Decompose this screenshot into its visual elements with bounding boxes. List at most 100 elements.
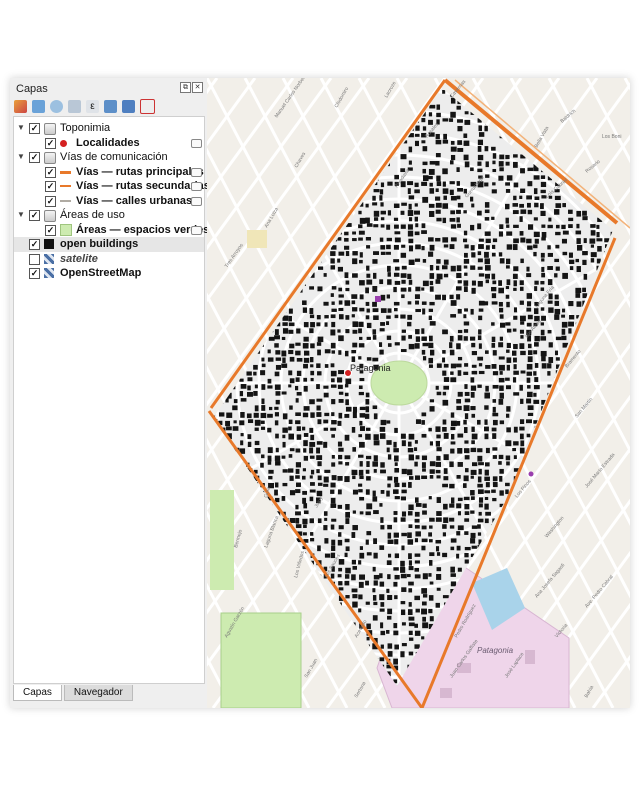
building — [288, 419, 293, 425]
building — [484, 350, 489, 354]
building — [527, 181, 533, 187]
building — [527, 385, 531, 389]
visibility-icon[interactable] — [50, 99, 63, 113]
layer-row-open-buildings[interactable]: ✓ open buildings — [14, 237, 204, 252]
building — [247, 434, 252, 440]
building — [450, 420, 457, 427]
building — [295, 342, 301, 346]
building — [309, 286, 315, 290]
building — [449, 517, 455, 522]
layer-checkbox[interactable]: ✓ — [29, 239, 40, 250]
add-group-icon[interactable] — [32, 99, 45, 113]
expand-arrow-icon[interactable]: ▼ — [16, 150, 26, 165]
poi-marker-2[interactable] — [528, 471, 534, 477]
layer-checkbox[interactable]: ✓ — [45, 195, 56, 207]
layer-row-rutas-secundarias[interactable]: ✓ Vías — rutas secundarias — [14, 179, 210, 194]
building — [330, 489, 335, 494]
building — [463, 483, 467, 488]
expand-all-icon[interactable] — [104, 99, 117, 113]
layer-indicator-icon[interactable] — [191, 138, 202, 148]
building — [520, 315, 526, 322]
building — [345, 504, 350, 510]
layer-checkbox[interactable]: ✓ — [45, 181, 56, 192]
layer-row-vias[interactable]: ▼ ✓ Vías de comunicación — [14, 150, 204, 165]
expression-filter-icon[interactable]: ε — [86, 99, 99, 113]
building — [295, 475, 300, 479]
layer-checkbox[interactable]: ✓ — [29, 210, 40, 221]
building — [386, 224, 391, 230]
building — [450, 371, 454, 375]
building — [429, 461, 436, 467]
layer-checkbox[interactable]: ✓ — [45, 137, 56, 149]
building — [331, 434, 335, 438]
building — [282, 482, 288, 487]
building — [457, 462, 463, 467]
collapse-all-icon[interactable] — [122, 99, 135, 113]
map-canvas[interactable]: Patagonia Patagonia Manuel Carlos Norber… — [207, 78, 630, 708]
building — [527, 391, 533, 398]
building — [422, 126, 427, 131]
building — [387, 476, 393, 481]
layer-checkbox[interactable]: ✓ — [29, 123, 40, 134]
building — [358, 483, 363, 487]
building — [505, 482, 510, 487]
layer-row-calles-urbanas[interactable]: ✓ Vías — calles urbanas — [14, 194, 204, 209]
layer-row-toponimia[interactable]: ▼ ✓ Toponimia — [14, 121, 204, 136]
building — [463, 419, 467, 425]
building — [533, 244, 538, 249]
poi-marker[interactable] — [375, 296, 381, 302]
building — [464, 503, 470, 510]
tab-capas[interactable]: Capas — [13, 685, 62, 701]
building — [526, 266, 530, 272]
close-panel-icon[interactable]: ✕ — [192, 82, 203, 93]
building — [324, 538, 329, 544]
building — [428, 175, 433, 180]
building — [289, 343, 295, 349]
layer-indicator-icon[interactable] — [191, 167, 202, 177]
expand-arrow-icon[interactable]: ▼ — [16, 208, 26, 223]
layer-indicator-icon[interactable] — [191, 225, 202, 235]
building — [429, 301, 435, 306]
building — [351, 469, 358, 476]
layer-row-osm[interactable]: ✓ OpenStreetMap — [14, 266, 204, 281]
layer-checkbox[interactable]: ✓ — [29, 268, 40, 279]
tab-navegador[interactable]: Navegador — [63, 685, 133, 701]
building — [422, 280, 429, 287]
layer-checkbox[interactable] — [29, 253, 40, 265]
building — [568, 301, 574, 307]
layer-row-satelite[interactable]: satelite — [14, 252, 204, 267]
building — [541, 356, 546, 362]
building — [568, 209, 573, 214]
building — [449, 342, 453, 349]
layer-style-icon[interactable] — [14, 99, 27, 113]
building — [471, 433, 478, 440]
layer-indicator-icon[interactable] — [191, 196, 202, 206]
layer-row-areas[interactable]: ▼ ✓ Áreas de uso — [14, 208, 204, 223]
building — [394, 308, 398, 312]
filter-icon[interactable] — [68, 99, 81, 113]
building — [498, 231, 504, 237]
layer-row-rutas-principales[interactable]: ✓ Vías — rutas principales — [14, 165, 204, 180]
building — [379, 328, 385, 332]
building — [436, 497, 441, 503]
building — [282, 469, 288, 473]
map-svg[interactable]: Patagonia Patagonia Manuel Carlos Norber… — [207, 78, 630, 708]
remove-layer-icon[interactable] — [140, 98, 155, 114]
building — [379, 608, 385, 612]
building — [303, 363, 308, 369]
layer-row-espacios-verdes[interactable]: ✓ Áreas — espacios verdes — [14, 223, 209, 238]
building — [505, 154, 510, 160]
layer-checkbox[interactable]: ✓ — [29, 152, 40, 163]
layer-checkbox[interactable]: ✓ — [45, 224, 56, 236]
layer-row-localidades[interactable]: ✓ Localidades — [14, 136, 204, 151]
building — [372, 357, 379, 362]
layer-indicator-icon[interactable] — [191, 182, 202, 191]
expand-arrow-icon[interactable]: ▼ — [16, 121, 26, 136]
building — [506, 427, 511, 433]
layer-checkbox[interactable]: ✓ — [45, 166, 56, 178]
building — [281, 455, 286, 459]
building — [379, 426, 386, 432]
building — [295, 504, 299, 510]
building — [527, 350, 533, 355]
float-panel-icon[interactable]: ⧉ — [180, 82, 191, 93]
